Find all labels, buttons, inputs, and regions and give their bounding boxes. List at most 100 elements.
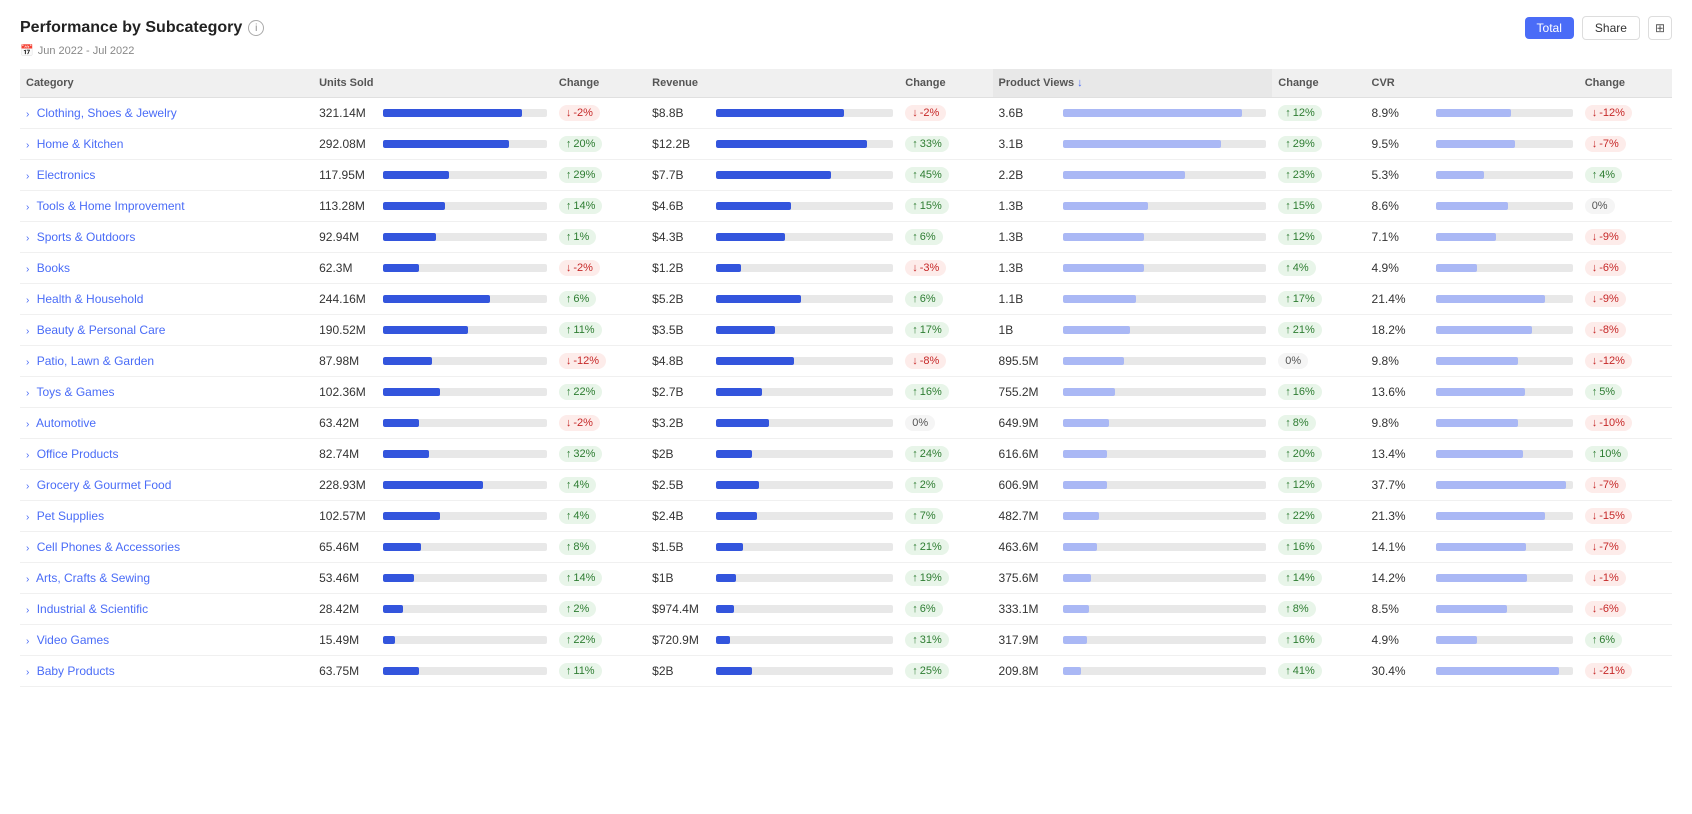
arrow-down-icon xyxy=(1592,324,1598,336)
pv-bar-bg xyxy=(1063,295,1267,303)
change-units-pill: 11% xyxy=(559,322,602,338)
change-views-cell: 0% xyxy=(1272,346,1365,377)
pv-value: 1.3B xyxy=(999,230,1059,244)
expand-button[interactable]: › xyxy=(26,543,29,554)
category-link[interactable]: Tools & Home Improvement xyxy=(36,199,184,213)
category-link[interactable]: Electronics xyxy=(37,168,96,182)
expand-button[interactable]: › xyxy=(26,109,29,120)
cvr-bar-bg xyxy=(1436,109,1573,117)
cvr-bar-fill xyxy=(1436,450,1524,458)
category-cell: › Pet Supplies xyxy=(20,501,313,532)
change-units-pill: -2% xyxy=(559,105,600,121)
category-link[interactable]: Clothing, Shoes & Jewelry xyxy=(37,106,177,120)
category-link[interactable]: Books xyxy=(37,261,70,275)
category-link[interactable]: Pet Supplies xyxy=(37,509,104,523)
revenue-cell: $2.5B xyxy=(646,470,899,501)
pv-bar-cell: 2.2B xyxy=(999,168,1267,182)
cvr-value: 4.9% xyxy=(1372,261,1432,275)
category-link[interactable]: Video Games xyxy=(37,633,110,647)
revenue-bar-cell: $4.3B xyxy=(652,230,893,244)
units-value: 244.16M xyxy=(319,292,379,306)
expand-button[interactable]: › xyxy=(26,605,29,616)
expand-button[interactable]: › xyxy=(26,636,29,647)
expand-button[interactable]: › xyxy=(26,419,29,430)
change-views-pill: 15% xyxy=(1278,198,1322,214)
pv-value: 3.6B xyxy=(999,106,1059,120)
change-cvr-pill: 6% xyxy=(1585,632,1622,648)
category-link[interactable]: Beauty & Personal Care xyxy=(37,323,166,337)
category-link[interactable]: Automotive xyxy=(36,416,96,430)
category-link[interactable]: Sports & Outdoors xyxy=(37,230,136,244)
expand-button[interactable]: › xyxy=(26,667,29,678)
pv-bar-fill xyxy=(1063,357,1124,365)
change-units-pill: 29% xyxy=(559,167,603,183)
change-revenue-pill: 6% xyxy=(905,229,942,245)
expand-button[interactable]: › xyxy=(26,140,29,151)
change-views-cell: 14% xyxy=(1272,563,1365,594)
revenue-value: $12.2B xyxy=(652,137,712,151)
category-link[interactable]: Home & Kitchen xyxy=(37,137,124,151)
expand-button[interactable]: › xyxy=(26,326,29,337)
info-icon[interactable]: i xyxy=(248,20,264,36)
category-link[interactable]: Toys & Games xyxy=(36,385,114,399)
expand-button[interactable]: › xyxy=(26,295,29,306)
pv-bar-cell: 1.3B xyxy=(999,261,1267,275)
category-link[interactable]: Cell Phones & Accessories xyxy=(37,540,180,554)
arrow-up-icon xyxy=(1285,510,1291,522)
change-views-cell: 15% xyxy=(1272,191,1365,222)
arrow-down-icon xyxy=(1592,107,1598,119)
units-value: 63.42M xyxy=(319,416,379,430)
cvr-cell: 9.8% xyxy=(1366,408,1579,439)
category-link[interactable]: Office Products xyxy=(37,447,119,461)
pv-bar-bg xyxy=(1063,512,1267,520)
expand-button[interactable]: › xyxy=(26,171,29,182)
product-views-cell: 333.1M xyxy=(993,594,1273,625)
category-link[interactable]: Arts, Crafts & Sewing xyxy=(36,571,150,585)
revenue-cell: $4.8B xyxy=(646,346,899,377)
expand-button[interactable]: › xyxy=(26,202,29,213)
total-button[interactable]: Total xyxy=(1525,17,1574,39)
col-product-views[interactable]: Product Views↓ xyxy=(993,69,1273,98)
units-bar-fill xyxy=(383,171,449,179)
arrow-up-icon xyxy=(1592,169,1598,181)
expand-button[interactable]: › xyxy=(26,388,29,399)
expand-button[interactable]: › xyxy=(26,574,29,585)
expand-button[interactable]: › xyxy=(26,233,29,244)
cvr-cell: 8.6% xyxy=(1366,191,1579,222)
category-link[interactable]: Industrial & Scientific xyxy=(37,602,148,616)
category-link[interactable]: Patio, Lawn & Garden xyxy=(37,354,154,368)
share-button[interactable]: Share xyxy=(1582,16,1640,40)
pv-bar-cell: 1B xyxy=(999,323,1267,337)
category-link[interactable]: Baby Products xyxy=(37,664,115,678)
expand-button[interactable]: › xyxy=(26,357,29,368)
category-link[interactable]: Health & Household xyxy=(37,292,144,306)
units-sold-cell: 228.93M xyxy=(313,470,553,501)
revenue-bar-fill xyxy=(716,171,831,179)
cvr-cell: 5.3% xyxy=(1366,160,1579,191)
revenue-bar-cell: $8.8B xyxy=(652,106,893,120)
units-bar-fill xyxy=(383,512,440,520)
expand-button[interactable]: › xyxy=(26,264,29,275)
change-cvr-cell: 0% xyxy=(1579,191,1672,222)
expand-button[interactable]: › xyxy=(26,512,29,523)
units-value: 292.08M xyxy=(319,137,379,151)
change-revenue-cell: 33% xyxy=(899,129,992,160)
table-row: › Industrial & Scientific 28.42M 2% $974… xyxy=(20,594,1672,625)
category-cell: › Beauty & Personal Care xyxy=(20,315,313,346)
export-button[interactable]: ⊞ xyxy=(1648,16,1672,40)
expand-button[interactable]: › xyxy=(26,450,29,461)
change-views-pill: 41% xyxy=(1278,663,1322,679)
cvr-value: 8.6% xyxy=(1372,199,1432,213)
arrow-up-icon xyxy=(566,572,572,584)
category-cell: › Clothing, Shoes & Jewelry xyxy=(20,98,313,129)
arrow-up-icon xyxy=(912,510,918,522)
expand-button[interactable]: › xyxy=(26,481,29,492)
change-revenue-pill: 21% xyxy=(905,539,949,555)
change-revenue-cell: 21% xyxy=(899,532,992,563)
change-cvr-cell: -15% xyxy=(1579,501,1672,532)
units-value: 113.28M xyxy=(319,199,379,213)
category-link[interactable]: Grocery & Gourmet Food xyxy=(37,478,172,492)
cvr-bar-fill xyxy=(1436,171,1484,179)
arrow-up-icon xyxy=(1285,231,1291,243)
revenue-bar-cell: $2B xyxy=(652,447,893,461)
